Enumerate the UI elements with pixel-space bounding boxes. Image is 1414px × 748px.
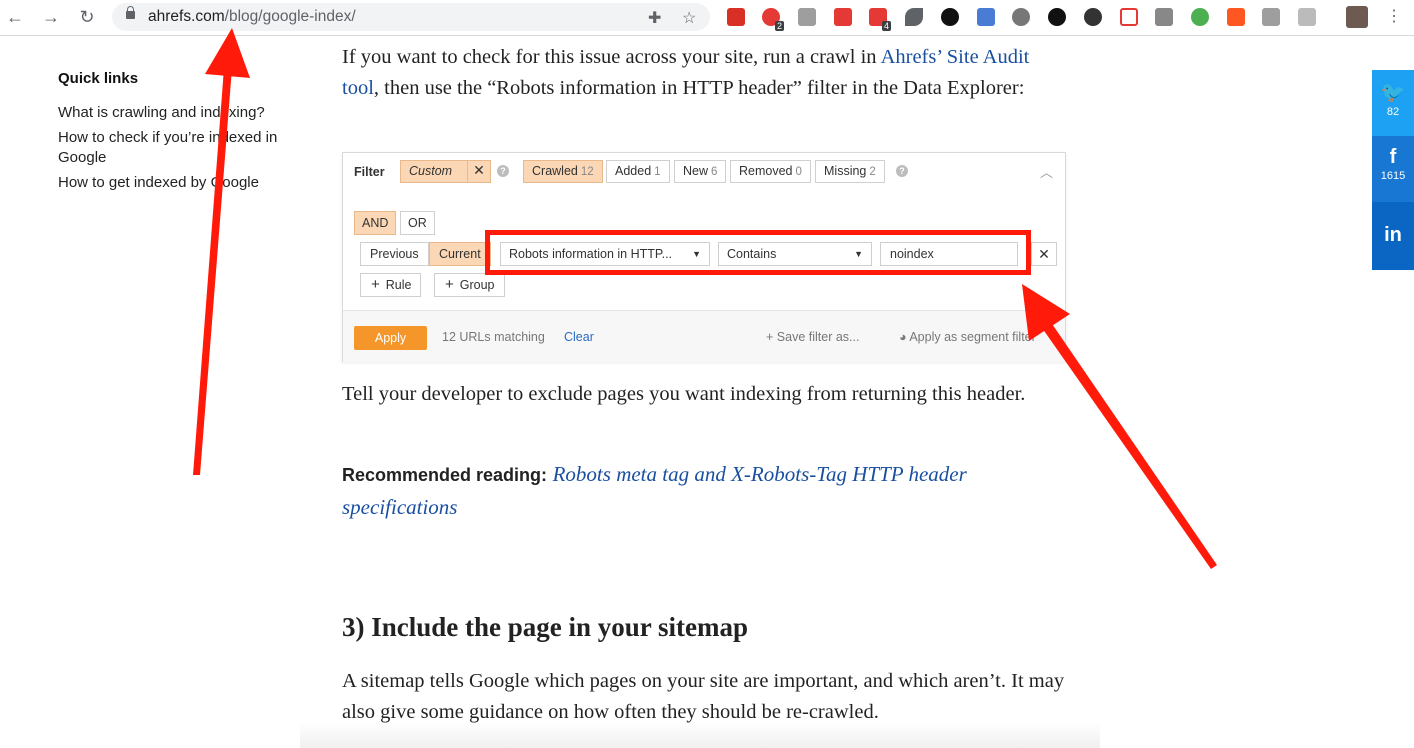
linkedin-share-button[interactable]: in — [1372, 202, 1414, 270]
previous-toggle: Previous — [360, 242, 429, 266]
twitter-count: 82 — [1386, 106, 1400, 118]
extension-icon[interactable] — [727, 8, 745, 26]
back-arrow-icon[interactable]: ← — [4, 6, 26, 28]
filter-panel-screenshot: Filter Custom ✕ ? Crawled 12 Added 1 New 6 R… — [342, 152, 1066, 362]
and-toggle: AND — [354, 211, 397, 235]
browser-toolbar: ← → ↻ ahrefs.com/blog/google-index/ ✚ ☆ … — [0, 0, 1414, 36]
extension-icon[interactable] — [834, 8, 852, 26]
extension-icon[interactable] — [1191, 8, 1209, 26]
recommended-label: Recommended reading: — [342, 465, 548, 485]
extension-puzzle-icon[interactable]: ✚ — [648, 8, 661, 28]
extension-icon[interactable] — [1012, 8, 1030, 26]
quick-link-item[interactable]: How to check if you’re indexed in Google — [58, 128, 283, 168]
quick-link-item[interactable]: What is crawling and indexing? — [58, 103, 283, 123]
facebook-share-button[interactable]: f 1615 — [1372, 136, 1414, 202]
plus-icon: + — [371, 276, 380, 293]
bookmark-star-icon[interactable]: ☆ — [682, 8, 696, 28]
address-bar[interactable]: ahrefs.com/blog/google-index/ ✚ ☆ — [112, 3, 710, 31]
reload-icon[interactable]: ↻ — [76, 6, 98, 28]
forward-arrow-icon[interactable]: → — [40, 6, 62, 28]
lock-icon — [126, 6, 135, 19]
linkedin-icon: in — [1384, 224, 1402, 246]
filter-header: Filter Custom ✕ ? Crawled 12 Added 1 New 6 R… — [343, 153, 1065, 191]
filter-footer: Apply 12 URLs matching Clear + Save filt… — [343, 310, 1065, 362]
help-icon: ? — [497, 165, 509, 177]
add-group-button: + Group — [434, 273, 505, 297]
tab-removed: Removed 0 — [730, 160, 811, 183]
section-heading: 3) Include the page in your sitemap — [342, 612, 749, 642]
save-filter-link: + Save filter as... — [766, 330, 860, 344]
avatar[interactable] — [1346, 6, 1368, 28]
clear-link: Clear — [564, 330, 594, 344]
extension-icon[interactable] — [1120, 8, 1138, 26]
quick-links-list: What is crawling and indexing? How to ch… — [58, 103, 283, 198]
segment-filter-link: ◕ Apply as segment filter — [899, 330, 1036, 344]
extension-icon[interactable] — [798, 8, 816, 26]
paragraph: A sitemap tells Google which pages on yo… — [342, 670, 1065, 723]
current-toggle: Current — [429, 242, 491, 266]
url-path: /blog/google-index/ — [224, 8, 356, 25]
code-icon[interactable] — [1262, 8, 1280, 26]
tab-new: New 6 — [674, 160, 727, 183]
highlight-box — [485, 230, 1031, 275]
extension-icon[interactable]: 2 — [762, 8, 784, 31]
extension-icon[interactable] — [941, 8, 959, 26]
add-rule-button: + Rule — [360, 273, 422, 297]
camera-icon[interactable] — [1155, 8, 1173, 26]
quick-link-item[interactable]: How to get indexed by Google — [58, 173, 283, 193]
twitter-share-button[interactable]: 🐦 82 — [1372, 70, 1414, 136]
arrow-to-url — [193, 28, 250, 475]
recommended-reading: Recommended reading: Robots meta tag and… — [342, 458, 1062, 524]
url-host: ahrefs.com — [148, 8, 225, 25]
extension-icon[interactable] — [1227, 8, 1245, 26]
plus-icon: + — [445, 276, 454, 293]
menu-dots-icon[interactable]: ⋮ — [1386, 7, 1402, 27]
extension-icon[interactable] — [1048, 8, 1066, 26]
close-icon: ✕ — [467, 160, 490, 183]
match-count: 12 URLs matching — [442, 330, 545, 344]
extension-icon[interactable] — [977, 8, 995, 26]
plus-icon: + — [766, 330, 777, 344]
facebook-icon: f — [1389, 146, 1397, 168]
pie-icon: ◕ — [899, 330, 910, 344]
tab-missing: Missing 2 — [815, 160, 885, 183]
filter-label: Filter — [354, 165, 385, 179]
tab-added: Added 1 — [606, 160, 670, 183]
extension-icon[interactable]: 4 — [869, 8, 891, 31]
scroll-shadow — [300, 722, 1100, 748]
paragraph: If you want to check for this issue acro… — [342, 46, 1030, 99]
paragraph: Tell your developer to exclude pages you… — [342, 383, 1026, 405]
extension-icon[interactable] — [1084, 8, 1102, 26]
tab-crawled: Crawled 12 — [523, 160, 603, 183]
chevron-up-icon: ︿ — [1039, 165, 1053, 180]
url-text[interactable]: ahrefs.com/blog/google-index/ — [148, 8, 356, 26]
remove-rule-icon: ✕ — [1031, 242, 1057, 266]
apply-button: Apply — [354, 326, 427, 350]
help-icon: ? — [896, 165, 908, 177]
quick-links-title: Quick links — [58, 70, 139, 87]
custom-filter-chip: Custom ✕ — [400, 160, 491, 183]
extension-icon[interactable] — [905, 8, 923, 26]
facebook-count: 1615 — [1380, 170, 1406, 182]
twitter-bird-icon: 🐦 — [1380, 82, 1406, 104]
or-toggle: OR — [400, 211, 435, 235]
extension-icon[interactable] — [1298, 8, 1316, 26]
